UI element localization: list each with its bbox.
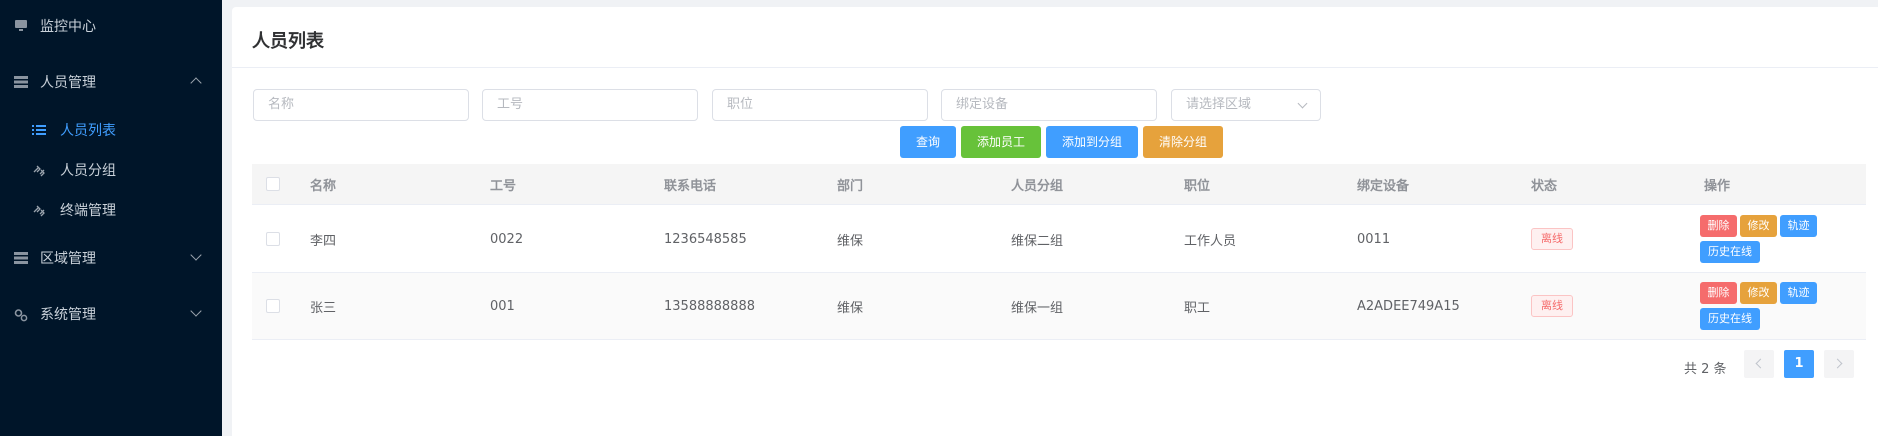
row-checkbox[interactable] xyxy=(266,232,280,246)
chevron-right-icon xyxy=(1832,358,1843,369)
monitor-icon xyxy=(14,20,28,32)
position-input[interactable]: 职位 xyxy=(712,89,928,121)
bound-device-input[interactable]: 绑定设备 xyxy=(941,89,1157,121)
server-icon xyxy=(14,76,28,88)
select-all-checkbox[interactable] xyxy=(266,177,280,191)
track-button[interactable]: 轨迹 xyxy=(1780,282,1817,304)
settings-icon xyxy=(14,308,28,322)
row-checkbox-cell xyxy=(252,206,292,272)
sidebar-item-label: 人员管理 xyxy=(40,75,96,91)
sidebar-item-label: 人员列表 xyxy=(60,123,116,139)
bound-device-placeholder: 绑定设备 xyxy=(956,97,1009,112)
cell-group: 维保二组 xyxy=(1011,233,1064,249)
cell-group: 维保一组 xyxy=(1011,300,1064,316)
status-badge: 离线 xyxy=(1531,295,1573,317)
column-header: 人员分组 xyxy=(1011,178,1064,194)
table-row: 李四 0022 1236548585 维保 维保二组 工作人员 0011 离线 … xyxy=(252,206,1866,273)
sidebar-item-personnel-management[interactable]: 人员管理 xyxy=(0,62,222,102)
area-placeholder: 请选择区域 xyxy=(1186,97,1252,112)
cell-position: 工作人员 xyxy=(1184,233,1237,249)
chevron-down-icon xyxy=(190,305,202,317)
cell-department: 维保 xyxy=(837,233,864,249)
area-select[interactable]: 请选择区域 xyxy=(1171,89,1321,121)
chevron-up-icon xyxy=(190,77,202,89)
status-cell: 离线 xyxy=(1531,273,1573,339)
pagination-total: 共 2 条 xyxy=(1684,362,1727,377)
sidebar-item-personnel-group[interactable]: 人员分组 xyxy=(0,150,222,190)
row-operations: 删除 修改 轨迹 历史在线 xyxy=(1700,206,1850,273)
delete-button[interactable]: 删除 xyxy=(1700,215,1737,237)
cell-phone: 13588888888 xyxy=(664,298,755,314)
status-cell: 离线 xyxy=(1531,206,1573,272)
table-header: 名称 工号 联系电话 部门 人员分组 职位 绑定设备 状态 操作 xyxy=(252,164,1866,205)
server-icon xyxy=(14,252,28,264)
job-number-placeholder: 工号 xyxy=(497,97,524,112)
edit-button[interactable]: 修改 xyxy=(1740,282,1777,304)
sidebar-item-terminal-management[interactable]: 终端管理 xyxy=(0,190,222,230)
column-header: 名称 xyxy=(310,178,337,194)
cell-job-number: 0022 xyxy=(490,231,524,247)
online-history-button[interactable]: 历史在线 xyxy=(1700,308,1760,330)
online-history-button[interactable]: 历史在线 xyxy=(1700,241,1760,263)
track-button[interactable]: 轨迹 xyxy=(1780,215,1817,237)
cell-phone: 1236548585 xyxy=(664,231,747,247)
add-employee-button[interactable]: 添加员工 xyxy=(961,126,1041,158)
sidebar-item-area-management[interactable]: 区域管理 xyxy=(0,238,222,278)
clear-group-button[interactable]: 清除分组 xyxy=(1143,126,1223,158)
page-number-button[interactable]: 1 xyxy=(1784,350,1814,378)
sidebar-item-monitor-center[interactable]: 监控中心 xyxy=(0,6,222,46)
column-header: 状态 xyxy=(1531,178,1558,194)
divider xyxy=(232,67,1878,68)
prev-page-button[interactable] xyxy=(1744,350,1774,378)
column-header: 职位 xyxy=(1184,178,1211,194)
row-checkbox[interactable] xyxy=(266,299,280,313)
column-header: 部门 xyxy=(837,178,864,194)
status-badge: 离线 xyxy=(1531,228,1573,250)
cell-name: 张三 xyxy=(310,300,337,316)
query-button[interactable]: 查询 xyxy=(900,126,956,158)
sidebar: 监控中心 人员管理 人员列表 人员分组 终端管理 区域管理 系统管理 xyxy=(0,0,222,436)
add-to-group-button[interactable]: 添加到分组 xyxy=(1046,126,1138,158)
column-header: 工号 xyxy=(490,178,517,194)
link-icon xyxy=(32,204,46,217)
cell-job-number: 001 xyxy=(490,298,515,314)
header-checkbox-cell xyxy=(252,164,292,204)
sidebar-item-label: 区域管理 xyxy=(40,251,96,267)
sidebar-item-label: 终端管理 xyxy=(60,203,116,219)
sidebar-item-label: 监控中心 xyxy=(40,19,96,35)
delete-button[interactable]: 删除 xyxy=(1700,282,1737,304)
sidebar-item-system-management[interactable]: 系统管理 xyxy=(0,294,222,334)
column-header: 绑定设备 xyxy=(1357,178,1410,194)
sidebar-item-personnel-list[interactable]: 人员列表 xyxy=(0,110,222,150)
cell-position: 职工 xyxy=(1184,300,1211,316)
name-placeholder: 名称 xyxy=(268,97,295,112)
cell-device: A2ADEE749A15 xyxy=(1357,298,1460,314)
position-placeholder: 职位 xyxy=(727,97,754,112)
list-icon xyxy=(32,124,46,136)
chevron-down-icon xyxy=(1297,98,1308,109)
job-number-input[interactable]: 工号 xyxy=(482,89,698,121)
edit-button[interactable]: 修改 xyxy=(1740,215,1777,237)
sidebar-item-label: 人员分组 xyxy=(60,163,116,179)
row-checkbox-cell xyxy=(252,273,292,339)
chevron-down-icon xyxy=(190,249,202,261)
chevron-left-icon xyxy=(1755,358,1766,369)
cell-device: 0011 xyxy=(1357,231,1391,247)
row-operations: 删除 修改 轨迹 历史在线 xyxy=(1700,273,1850,340)
page-title: 人员列表 xyxy=(252,31,324,52)
cell-department: 维保 xyxy=(837,300,864,316)
link-icon xyxy=(32,164,46,177)
cell-name: 李四 xyxy=(310,233,337,249)
column-header: 操作 xyxy=(1704,178,1731,194)
next-page-button[interactable] xyxy=(1824,350,1854,378)
table-row: 张三 001 13588888888 维保 维保一组 职工 A2ADEE749A… xyxy=(252,273,1866,340)
sidebar-item-label: 系统管理 xyxy=(40,307,96,323)
column-header: 联系电话 xyxy=(664,178,717,194)
main-panel: 人员列表 名称 工号 职位 绑定设备 请选择区域 查询 添加员工 添加到分组 清… xyxy=(232,7,1878,436)
name-input[interactable]: 名称 xyxy=(253,89,469,121)
